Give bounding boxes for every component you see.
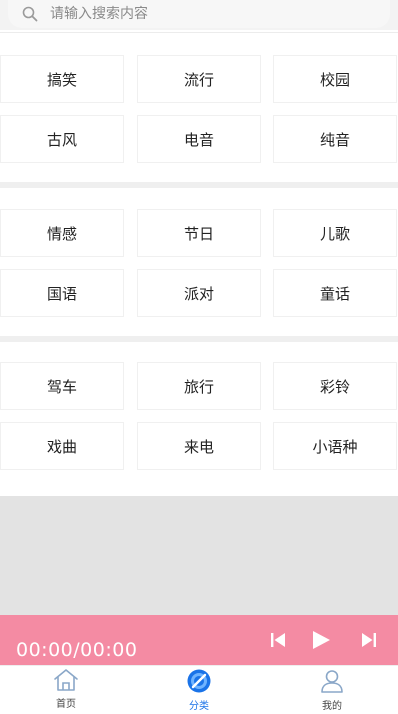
home-icon <box>54 669 78 691</box>
empty-area <box>0 496 398 615</box>
tab-bar: 首页 分类 我的 <box>0 665 398 713</box>
category-button[interactable]: 纯音 <box>273 115 397 163</box>
category-button[interactable]: 儿歌 <box>273 209 397 257</box>
search-divider <box>0 32 398 33</box>
tab-label: 分类 <box>189 701 209 712</box>
tab-label: 我的 <box>322 701 342 712</box>
section-divider <box>0 182 398 188</box>
category-button[interactable]: 派对 <box>137 269 261 317</box>
play-icon <box>313 631 330 649</box>
category-button[interactable]: 校园 <box>273 55 397 103</box>
category-button[interactable]: 国语 <box>0 269 124 317</box>
search-input[interactable] <box>48 5 352 23</box>
tab-label: 首页 <box>56 699 76 710</box>
category-button[interactable]: 搞笑 <box>0 55 124 103</box>
previous-icon <box>271 633 285 647</box>
category-button[interactable]: 驾车 <box>0 362 124 410</box>
category-button[interactable]: 戏曲 <box>0 422 124 470</box>
category-button[interactable]: 彩铃 <box>273 362 397 410</box>
category-icon <box>187 669 211 693</box>
tab-category[interactable]: 分类 <box>159 668 239 714</box>
category-button[interactable]: 童话 <box>273 269 397 317</box>
search-icon <box>22 6 38 22</box>
tab-profile[interactable]: 我的 <box>292 668 372 714</box>
player-bar: 00:00/00:00 <box>0 615 398 665</box>
playback-time: 00:00/00:00 <box>16 639 138 661</box>
next-icon <box>362 633 376 647</box>
section-divider <box>0 336 398 342</box>
category-button[interactable]: 来电 <box>137 422 261 470</box>
category-button[interactable]: 流行 <box>137 55 261 103</box>
category-button[interactable]: 小语种 <box>273 422 397 470</box>
category-button[interactable]: 情感 <box>0 209 124 257</box>
category-button[interactable]: 旅行 <box>137 362 261 410</box>
play-button[interactable] <box>310 629 332 651</box>
category-button[interactable]: 电音 <box>137 115 261 163</box>
user-icon <box>321 670 343 693</box>
category-button[interactable]: 古风 <box>0 115 124 163</box>
previous-button[interactable] <box>267 629 289 651</box>
tab-home[interactable]: 首页 <box>26 668 106 714</box>
search-bar <box>0 0 398 30</box>
next-button[interactable] <box>358 629 380 651</box>
category-button[interactable]: 节日 <box>137 209 261 257</box>
search-box[interactable] <box>8 0 390 28</box>
